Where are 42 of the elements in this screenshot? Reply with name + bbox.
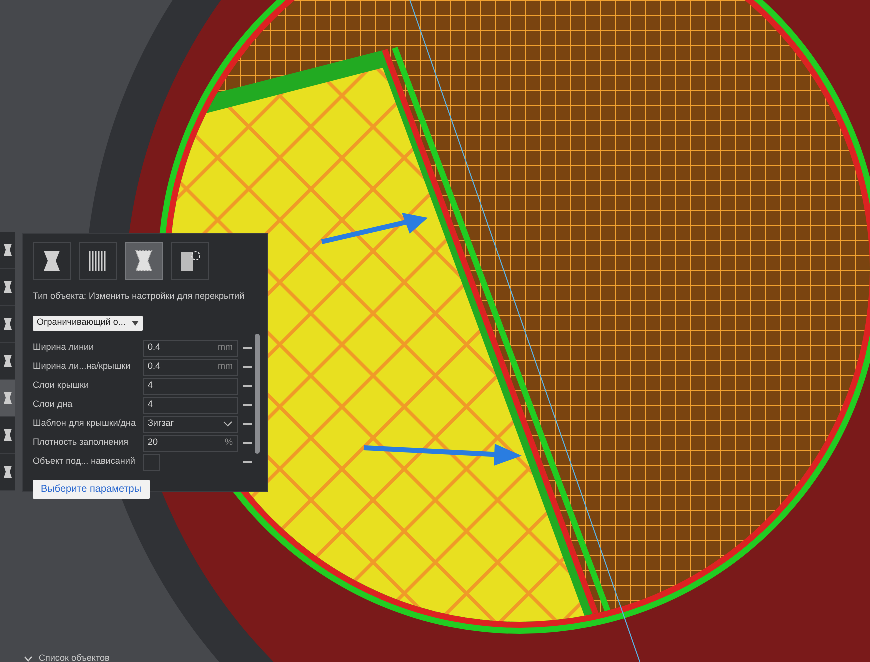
setting-label: Слои крышки [33, 379, 90, 392]
mesh-tool-icon [2, 317, 12, 331]
mesh-type-icon [178, 249, 202, 273]
mesh-type-button[interactable] [33, 242, 71, 280]
setting-field[interactable]: 4 [143, 396, 238, 414]
setting-field[interactable]: 20 % [143, 434, 238, 452]
toolbar-button[interactable] [0, 380, 15, 417]
setting-label: Слои дна [33, 398, 74, 412]
mesh-tool-icon [2, 391, 12, 405]
mesh-type-button[interactable] [171, 242, 209, 280]
mesh-tool-icon [2, 465, 12, 479]
setting-label: Шаблон для крышки/дна [33, 417, 138, 430]
setting-label: Ширина линии [33, 341, 96, 354]
chevron-down-icon[interactable] [24, 656, 33, 662]
object-type-label: Тип объекта: Изменить настройки для перекрытий [33, 290, 246, 303]
setting-checkbox[interactable] [143, 454, 160, 470]
mesh-tool-icon [2, 428, 12, 442]
setting-field[interactable]: 4 [143, 378, 238, 394]
dash-icon [243, 442, 252, 444]
setting-dropdown[interactable]: Зигзаг [143, 416, 238, 432]
dash-icon [243, 461, 252, 463]
select-settings-button[interactable]: Выберите параметры [33, 480, 150, 498]
object-list-label[interactable]: Список объектов [39, 652, 110, 662]
dash-icon [243, 423, 252, 425]
scrollbar-thumb[interactable] [255, 334, 260, 454]
dash-icon [243, 385, 252, 387]
setting-label: Объект под... нависаний [33, 455, 136, 468]
object-type-dropdown[interactable]: Ограничивающий о... [33, 316, 143, 330]
chevron-down-icon [223, 421, 233, 427]
setting-field[interactable]: 0.4 mm [143, 358, 238, 376]
dash-icon [243, 347, 252, 349]
setting-field[interactable]: 0.4 mm [143, 340, 238, 356]
mesh-tool-icon [2, 243, 12, 257]
mesh-type-button[interactable] [79, 242, 117, 280]
dash-icon [243, 366, 252, 368]
mesh-tool-icon [2, 280, 12, 294]
setting-label: Ширина ли...на/крышки [33, 360, 132, 374]
mesh-type-button[interactable] [125, 242, 163, 280]
dropdown-caret-icon [132, 320, 139, 326]
dash-icon [243, 404, 252, 406]
mesh-tool-icon [2, 354, 12, 368]
setting-label: Плотность заполнения [33, 436, 130, 450]
